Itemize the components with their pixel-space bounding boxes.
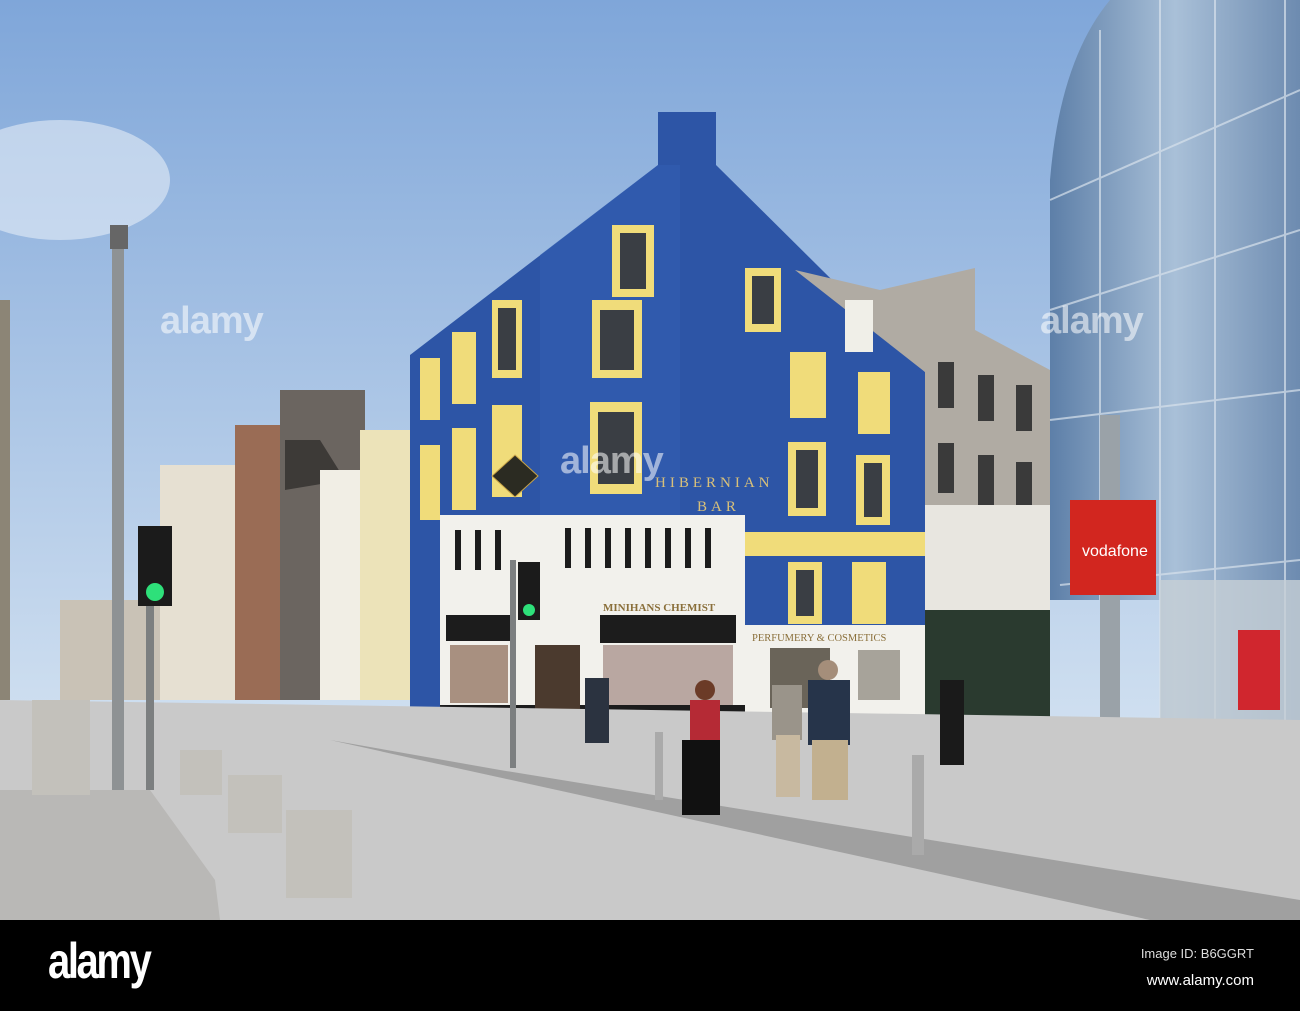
watermark: alamy [560,440,664,482]
site-url: www.alamy.com [1146,972,1254,989]
watermark: alamy [160,300,264,342]
watermark: alamy [1040,300,1144,342]
hibernian-sign-line1: HIBERNIAN [655,475,774,491]
photo-stage: HIBERNIAN BAR MINIHANS CHEMIST PERFUMERY… [0,0,1300,1011]
image-id: Image ID: B6GGRT [1140,946,1254,961]
alamy-logo: alamy [48,933,152,989]
footer-bar: alamy Image ID: B6GGRT www.alamy.com [0,920,1300,1011]
hibernian-sign-line2: BAR [697,499,740,515]
chemist-sign: MINIHANS CHEMIST [603,602,716,614]
vodafone-label: vodafone [1082,543,1148,560]
